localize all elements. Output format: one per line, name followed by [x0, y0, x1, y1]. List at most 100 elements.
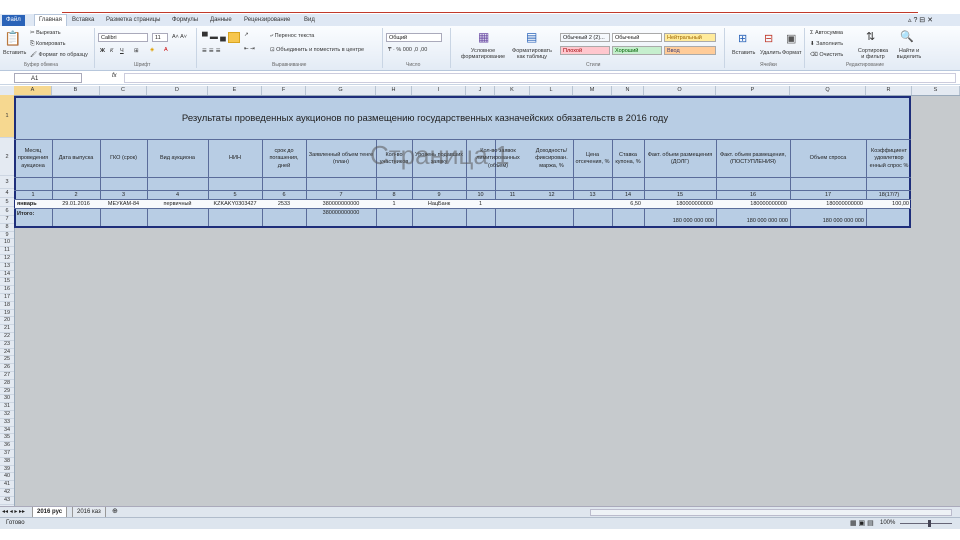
column-header-F[interactable]: F — [262, 86, 306, 95]
row-header-7[interactable]: 7 — [0, 216, 14, 224]
table-cell[interactable] — [530, 200, 573, 208]
row-header-1[interactable]: 1 — [0, 95, 14, 138]
table-cell[interactable]: МЕУКАМ-84 — [100, 200, 147, 208]
row-header-12[interactable]: 12 — [0, 255, 14, 263]
column-header-N[interactable]: N — [612, 86, 644, 95]
column-header-L[interactable]: L — [530, 86, 573, 95]
row-header-2[interactable]: 2 — [0, 138, 14, 176]
column-header-P[interactable]: P — [716, 86, 790, 95]
table-cell[interactable] — [573, 200, 612, 208]
row-header-35[interactable]: 35 — [0, 434, 14, 443]
font-color-icon[interactable]: A — [164, 47, 168, 53]
number-format-select[interactable]: Общий — [386, 33, 442, 42]
row-header-18[interactable]: 18 — [0, 302, 14, 310]
style-neutral[interactable]: Нейтральный — [664, 33, 716, 42]
table-cell[interactable]: НацБанк — [412, 200, 466, 208]
fx-icon[interactable]: fx — [112, 73, 117, 79]
format-painter-button[interactable]: 🖌 Формат по образцу — [30, 52, 88, 58]
wrap-text-button[interactable]: ⤶ Перенос текста — [270, 33, 314, 40]
style-good[interactable]: Хороший — [612, 46, 662, 55]
column-header-M[interactable]: M — [573, 86, 612, 95]
table-cell[interactable]: 180000000000 — [716, 200, 790, 208]
zoom-slider-thumb[interactable] — [928, 520, 931, 527]
autosum-button[interactable]: Σ Автосумма — [810, 30, 843, 36]
row-header-20[interactable]: 20 — [0, 317, 14, 326]
formula-input[interactable] — [124, 73, 956, 83]
cut-button[interactable]: ✂ Вырезать — [30, 30, 61, 36]
italic-icon[interactable]: К — [110, 48, 113, 54]
row-header-13[interactable]: 13 — [0, 263, 14, 271]
tab-home[interactable]: Главная — [34, 14, 67, 26]
row-header-26[interactable]: 26 — [0, 364, 14, 372]
column-header-R[interactable]: R — [866, 86, 912, 95]
copy-button[interactable]: ⎘ Копировать — [30, 41, 66, 48]
align-top-icon[interactable]: ▀ ▬ ▄ — [202, 32, 226, 41]
row-header-31[interactable]: 31 — [0, 403, 14, 411]
table-cell[interactable]: KZKAKY0303427 — [208, 200, 262, 208]
table-cell[interactable]: 1 — [376, 200, 412, 208]
column-header-C[interactable]: C — [100, 86, 147, 95]
fill-color-icon[interactable]: ◈ — [150, 47, 154, 53]
insert-cells-button[interactable]: Вставить — [732, 50, 755, 56]
row-header-43[interactable]: 43 — [0, 497, 14, 505]
column-header-D[interactable]: D — [147, 86, 208, 95]
tab-view[interactable]: Вид — [304, 15, 315, 26]
tab-insert[interactable]: Вставка — [72, 15, 94, 26]
tab-data[interactable]: Данные — [210, 15, 232, 26]
find-select-button[interactable]: Найти и выделить — [892, 48, 926, 60]
row-header-15[interactable]: 15 — [0, 278, 14, 287]
row-header-3[interactable]: 3 — [0, 176, 14, 189]
table-cell[interactable] — [495, 200, 530, 208]
indent-icon[interactable]: ⇤ ⇥ — [244, 46, 255, 52]
row-header-6[interactable]: 6 — [0, 207, 14, 216]
merge-center-button[interactable]: ⊡ Объединить и поместить в центре — [270, 47, 364, 53]
style-input[interactable]: Ввод — [664, 46, 716, 55]
format-table-button[interactable]: Форматировать как таблицу — [510, 48, 554, 60]
style-normal[interactable]: Обычный — [612, 33, 662, 42]
table-cell[interactable]: 1 — [466, 200, 495, 208]
sort-filter-button[interactable]: Сортировка и фильтр — [856, 48, 890, 60]
row-header-17[interactable]: 17 — [0, 294, 14, 302]
tab-file[interactable]: Файл — [2, 15, 25, 26]
table-cell[interactable]: январь — [14, 200, 52, 208]
row-header-38[interactable]: 38 — [0, 458, 14, 466]
fill-button[interactable]: ⬇ Заполнить — [810, 41, 843, 47]
row-header-23[interactable]: 23 — [0, 341, 14, 349]
tab-formulas[interactable]: Формулы — [172, 15, 198, 26]
row-header-8[interactable]: 8 — [0, 224, 14, 232]
row-header-25[interactable]: 25 — [0, 356, 14, 365]
format-cells-button[interactable]: Формат — [782, 50, 802, 56]
table-cell[interactable]: 380000000000 — [306, 200, 376, 208]
row-header-30[interactable]: 30 — [0, 395, 14, 404]
table-cell[interactable]: 29.01.2016 — [52, 200, 100, 208]
row-header-29[interactable]: 29 — [0, 388, 14, 396]
style-normal-2[interactable]: Обычный 2 (2)... — [560, 33, 610, 42]
column-header-G[interactable]: G — [306, 86, 376, 95]
column-header-A[interactable]: A — [14, 86, 52, 95]
row-header-19[interactable]: 19 — [0, 310, 14, 318]
table-cell[interactable]: 100,00 — [866, 200, 912, 208]
conditional-format-button[interactable]: Условное форматирование — [460, 48, 506, 60]
font-name-select[interactable]: Calibri — [98, 33, 148, 42]
name-box[interactable]: A1 — [14, 73, 82, 83]
row-header-21[interactable]: 21 — [0, 325, 14, 333]
currency-icon[interactable]: ₸ · % 000 ,0 ,00 — [388, 47, 427, 53]
clear-button[interactable]: ⌫ Очистить — [810, 52, 843, 58]
row-header-28[interactable]: 28 — [0, 380, 14, 388]
tab-review[interactable]: Рецензирование — [244, 15, 290, 26]
row-header-33[interactable]: 33 — [0, 419, 14, 427]
column-header-J[interactable]: J — [466, 86, 495, 95]
table-cell[interactable]: 180000000000 — [790, 200, 866, 208]
row-header-34[interactable]: 34 — [0, 427, 14, 435]
help-icon[interactable]: ▵ ? ⊟ ✕ — [908, 16, 933, 24]
row-header-42[interactable]: 42 — [0, 489, 14, 497]
row-header-16[interactable]: 16 — [0, 286, 14, 294]
zoom-slider[interactable] — [900, 523, 952, 524]
column-header-S[interactable]: S — [912, 86, 960, 95]
column-header-I[interactable]: I — [412, 86, 466, 95]
sheet-nav-icon[interactable]: ◂◂ ◂ ▸ ▸▸ — [2, 508, 25, 515]
orientation-icon[interactable]: ↗ — [244, 32, 249, 38]
row-header-41[interactable]: 41 — [0, 481, 14, 489]
row-header-39[interactable]: 39 — [0, 466, 14, 474]
style-bad[interactable]: Плохой — [560, 46, 610, 55]
